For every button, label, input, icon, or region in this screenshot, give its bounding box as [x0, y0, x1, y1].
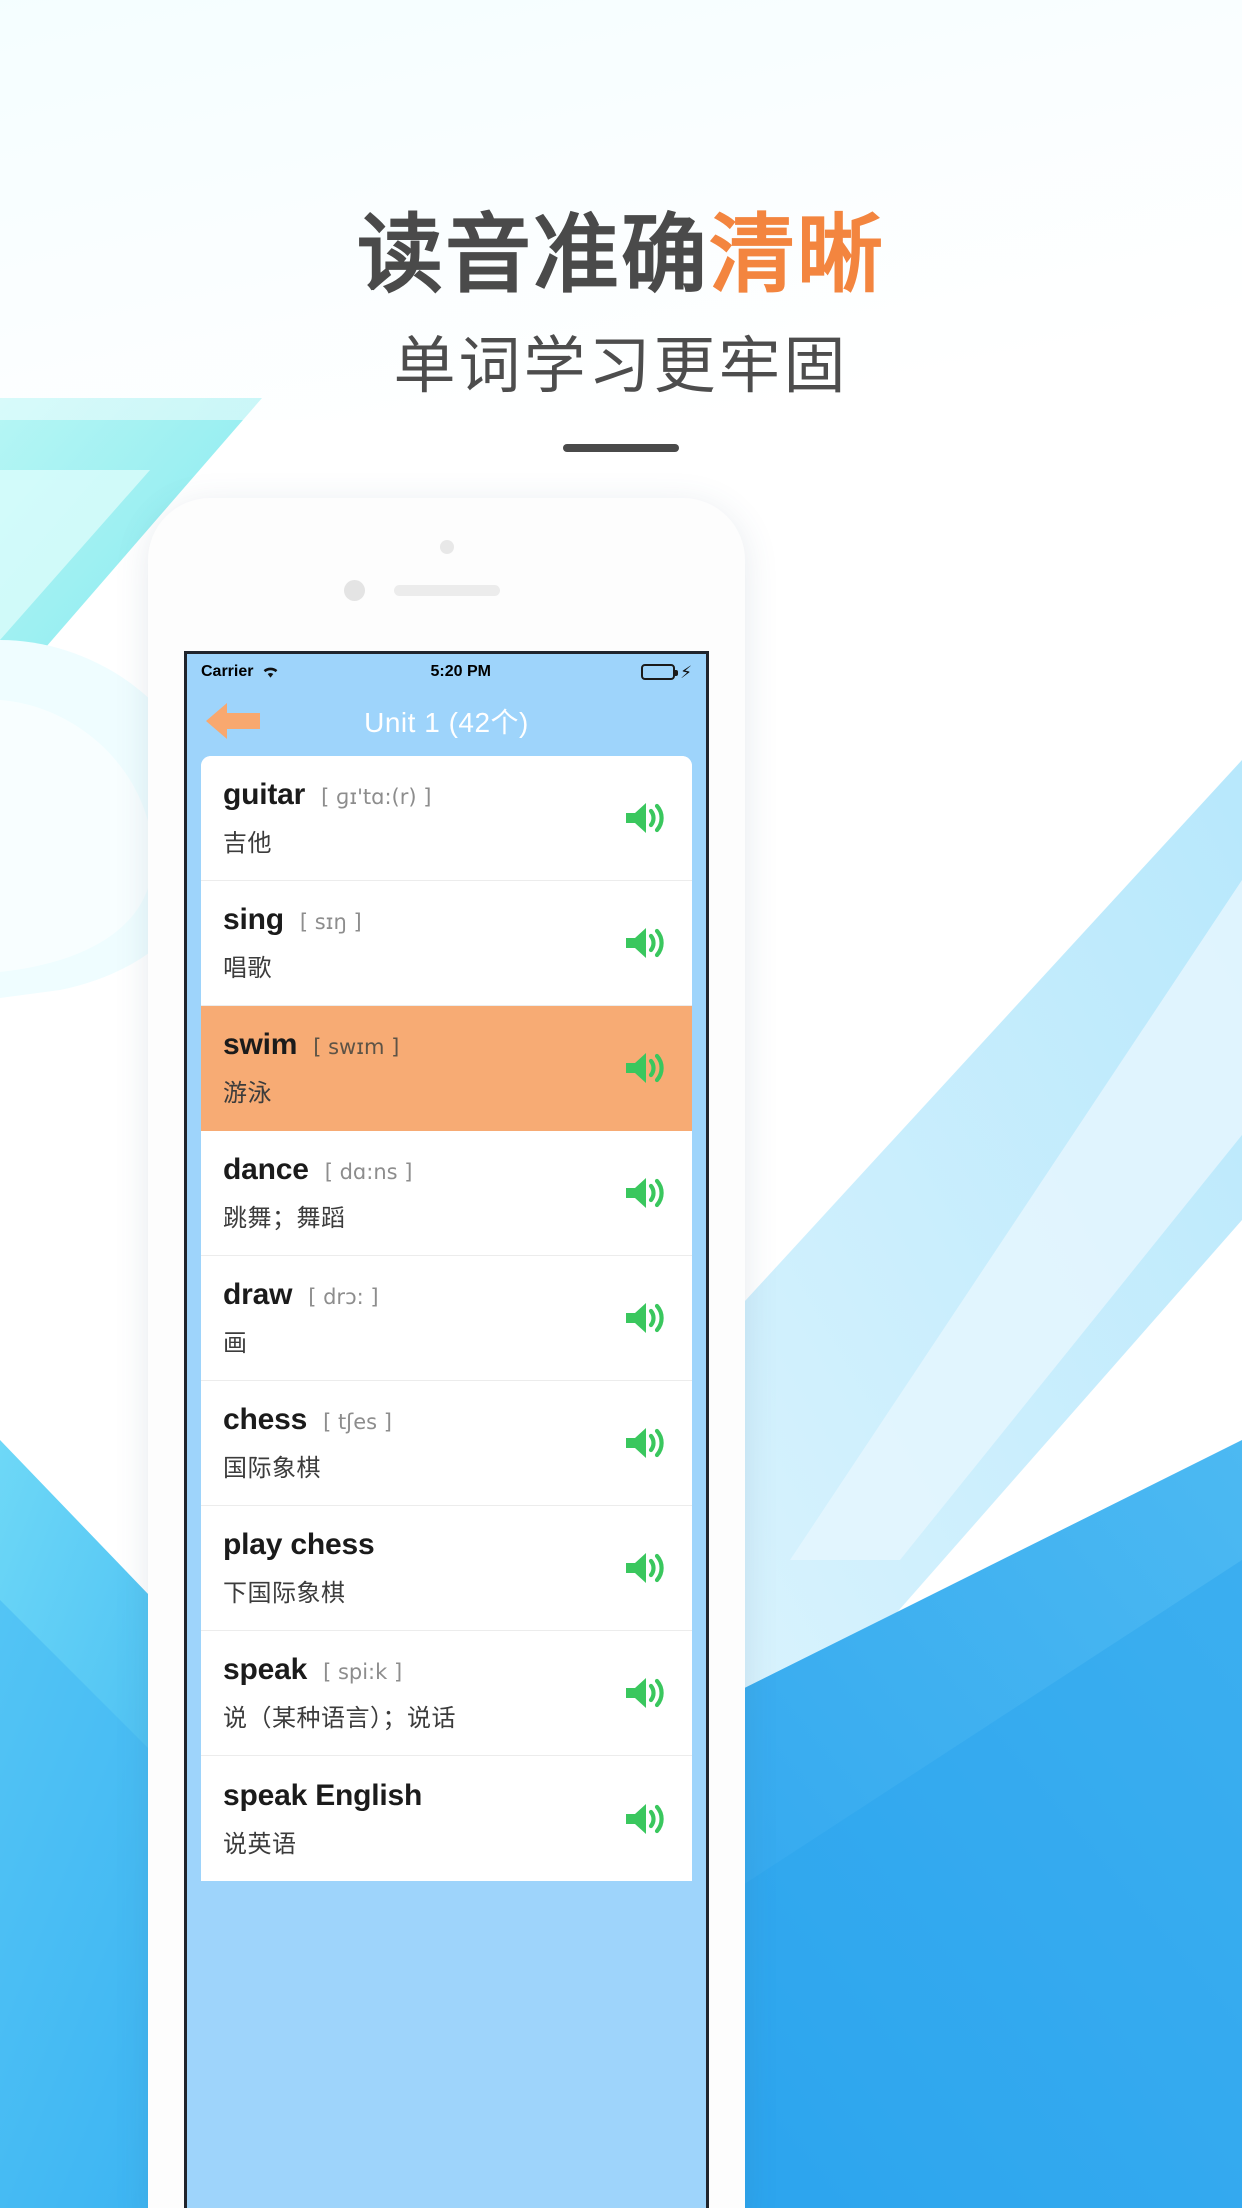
- word-row-content: swim [ swɪm ] 游泳: [223, 1028, 604, 1108]
- word-phonetic: [ sɪŋ ]: [299, 910, 362, 934]
- word-row[interactable]: chess [ tʃes ] 国际象棋: [201, 1381, 692, 1506]
- word-phonetic: [ swɪm ]: [313, 1035, 400, 1059]
- word-phonetic: [ tʃes ]: [323, 1410, 392, 1434]
- front-camera-icon: [344, 580, 365, 601]
- word-list[interactable]: guitar [ ɡɪ'tɑ:(r) ] 吉他 sing [ sɪŋ ] 唱歌 swim [ …: [201, 756, 692, 1881]
- word-headline: dance [ dɑ:ns ]: [223, 1153, 604, 1187]
- word-translation: 下国际象棋: [223, 1580, 346, 1607]
- clock-label: 5:20 PM: [430, 663, 491, 680]
- page-subtitle: 单词学习更牢固: [393, 333, 849, 401]
- word-english: speak English: [223, 1778, 423, 1812]
- lightning-bolt-icon: ⚡: [680, 662, 692, 682]
- word-row-content: guitar [ ɡɪ'tɑ:(r) ] 吉他: [223, 778, 604, 858]
- carrier-label: Carrier: [201, 663, 254, 680]
- word-phonetic: [ spi:k ]: [323, 1660, 403, 1684]
- word-row[interactable]: draw [ drɔ: ] 画: [201, 1256, 692, 1381]
- word-translation: 说（某种语言）；说话: [223, 1705, 456, 1732]
- page-title: 读音准确清晰: [0, 212, 1242, 298]
- word-row-content: dance [ dɑ:ns ] 跳舞；舞蹈: [223, 1153, 604, 1233]
- word-row-content: play chess 下国际象棋: [223, 1528, 604, 1608]
- word-english: dance: [223, 1153, 309, 1186]
- speaker-icon[interactable]: [616, 1290, 672, 1346]
- headline-main: 读音准确: [357, 207, 709, 303]
- word-row-content: speak English 说英语: [223, 1779, 604, 1859]
- word-translation: 说英语: [223, 1830, 297, 1858]
- word-english: chess: [223, 1403, 308, 1436]
- word-translation: 游泳: [223, 1080, 272, 1107]
- proximity-sensor-icon: [439, 540, 454, 554]
- word-row[interactable]: guitar [ ɡɪ'tɑ:(r) ] 吉他: [201, 756, 692, 881]
- earpiece-speaker-icon: [393, 585, 500, 596]
- word-headline: swim [ swɪm ]: [223, 1028, 604, 1062]
- word-headline: play chess: [223, 1528, 604, 1562]
- word-headline: speak [ spi:k ]: [223, 1653, 604, 1687]
- title-divider: [563, 444, 679, 452]
- word-row[interactable]: dance [ dɑ:ns ] 跳舞；舞蹈: [201, 1131, 692, 1256]
- speaker-icon[interactable]: [616, 1791, 672, 1847]
- speaker-icon[interactable]: [616, 1040, 672, 1096]
- word-phonetic: [ ɡɪ'tɑ:(r) ]: [321, 785, 432, 809]
- word-row[interactable]: play chess 下国际象棋: [201, 1506, 692, 1631]
- speaker-icon[interactable]: [616, 915, 672, 971]
- promo-text-block: 读音准确清晰 单词学习更牢固: [0, 0, 1242, 452]
- word-row[interactable]: sing [ sɪŋ ] 唱歌: [201, 881, 692, 1006]
- word-phonetic: [ dɑ:ns ]: [324, 1160, 413, 1184]
- word-headline: speak English: [223, 1779, 604, 1813]
- word-row-content: chess [ tʃes ] 国际象棋: [223, 1403, 604, 1483]
- battery-icon: [641, 664, 679, 680]
- wifi-icon: [261, 665, 280, 679]
- word-translation: 跳舞；舞蹈: [223, 1205, 346, 1232]
- speaker-icon[interactable]: [616, 790, 672, 846]
- word-english: swim: [223, 1028, 298, 1061]
- speaker-icon[interactable]: [616, 1540, 672, 1596]
- word-translation: 国际象棋: [223, 1455, 321, 1482]
- word-row[interactable]: swim [ swɪm ] 游泳: [201, 1006, 692, 1131]
- word-row[interactable]: speak English 说英语: [201, 1756, 692, 1881]
- nav-bar: Unit 1 (42个): [187, 690, 706, 752]
- word-phonetic: [ drɔ: ]: [308, 1285, 379, 1309]
- word-row[interactable]: speak [ spi:k ] 说（某种语言）；说话: [201, 1631, 692, 1756]
- word-translation: 吉他: [223, 830, 272, 857]
- headline-accent: 清晰: [709, 207, 885, 303]
- speaker-icon[interactable]: [616, 1165, 672, 1221]
- speaker-icon[interactable]: [616, 1415, 672, 1471]
- word-headline: chess [ tʃes ]: [223, 1403, 604, 1437]
- speaker-icon[interactable]: [616, 1665, 672, 1721]
- back-arrow-icon[interactable]: [203, 698, 265, 744]
- word-row-content: draw [ drɔ: ] 画: [223, 1278, 604, 1358]
- status-bar-right: ⚡: [641, 664, 692, 681]
- status-bar: Carrier 5:20 PM ⚡: [187, 654, 706, 690]
- phone-screen: Carrier 5:20 PM ⚡ Unit 1 (42个) guitar […: [184, 651, 709, 2208]
- word-translation: 唱歌: [223, 955, 272, 982]
- word-english: play chess: [223, 1528, 375, 1561]
- word-english: speak: [223, 1653, 308, 1686]
- word-english: draw: [223, 1278, 293, 1311]
- phone-mockup: Carrier 5:20 PM ⚡ Unit 1 (42个) guitar […: [148, 498, 745, 2208]
- status-bar-left: Carrier: [201, 663, 280, 681]
- word-english: guitar: [223, 778, 306, 811]
- word-headline: guitar [ ɡɪ'tɑ:(r) ]: [223, 778, 604, 812]
- word-row-content: speak [ spi:k ] 说（某种语言）；说话: [223, 1653, 604, 1733]
- word-english: sing: [223, 903, 284, 936]
- word-headline: draw [ drɔ: ]: [223, 1278, 604, 1312]
- word-translation: 画: [223, 1330, 248, 1357]
- word-headline: sing [ sɪŋ ]: [223, 903, 604, 937]
- word-row-content: sing [ sɪŋ ] 唱歌: [223, 903, 604, 983]
